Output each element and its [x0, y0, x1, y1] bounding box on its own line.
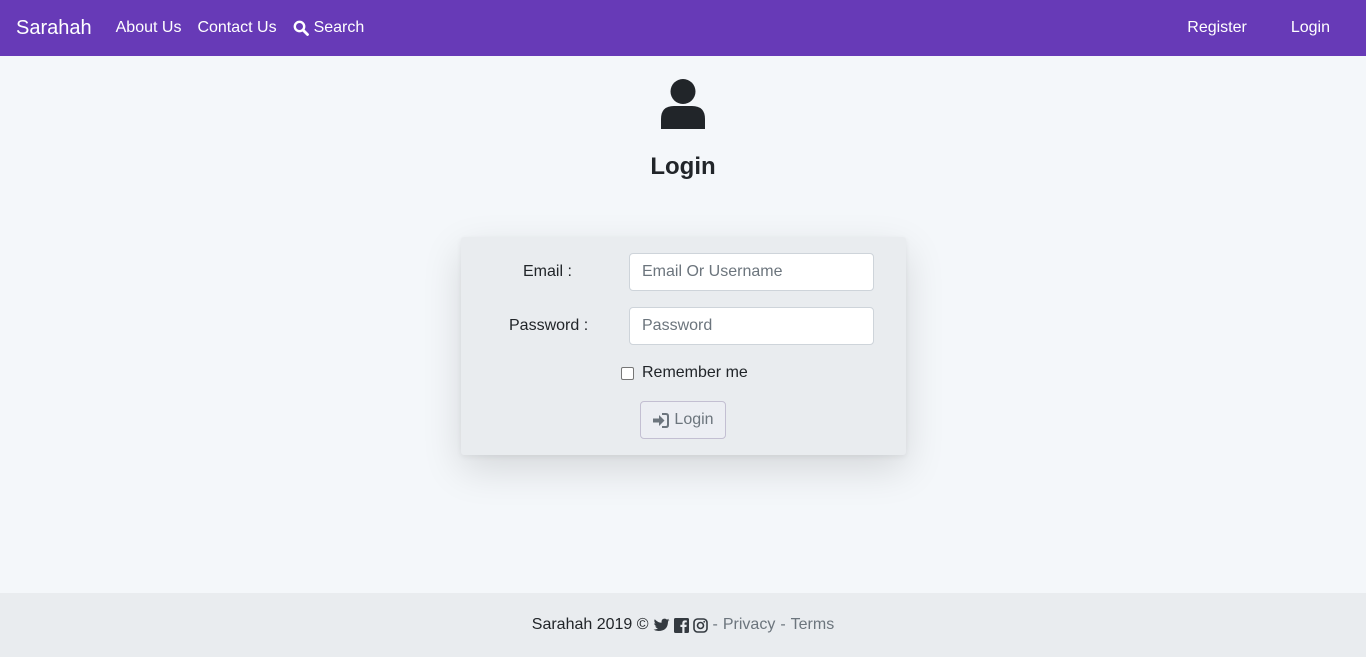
password-label: Password : — [509, 317, 589, 334]
privacy-link[interactable]: Privacy — [723, 616, 775, 634]
nav-search-link[interactable]: Search — [293, 19, 365, 37]
email-field[interactable] — [629, 253, 874, 291]
email-label: Email : — [523, 263, 572, 280]
login-button-label: Login — [674, 411, 714, 428]
remember-me[interactable]: Remember me — [621, 364, 748, 382]
facebook-icon[interactable] — [673, 617, 689, 633]
footer-separator: - — [712, 616, 718, 633]
sign-in-icon — [653, 412, 670, 428]
nav-search-label: Search — [313, 19, 365, 36]
navbar: Sarahah About Us Contact Us Search Regis… — [0, 0, 1366, 56]
footer: Sarahah 2019 © - Privacy - Terms — [0, 593, 1366, 657]
page-title: Login — [650, 153, 716, 180]
footer-copyright: Sarahah 2019 © — [531, 616, 649, 633]
nav-about-link[interactable]: About Us — [116, 19, 182, 37]
password-field[interactable] — [629, 307, 874, 345]
remember-label: Remember me — [642, 364, 748, 381]
terms-link[interactable]: Terms — [791, 616, 835, 634]
user-icon — [661, 79, 705, 129]
search-icon — [293, 20, 309, 36]
twitter-icon[interactable] — [653, 618, 670, 633]
nav-right: Register Login — [1187, 19, 1350, 37]
nav-register-link[interactable]: Register — [1187, 19, 1247, 37]
login-button[interactable]: Login — [640, 401, 726, 439]
brand-link[interactable]: Sarahah — [16, 17, 92, 40]
instagram-icon[interactable] — [692, 617, 708, 633]
remember-checkbox[interactable] — [621, 366, 634, 380]
nav-left: Sarahah About Us Contact Us Search — [16, 17, 380, 40]
footer-separator: - — [780, 616, 786, 633]
nav-contact-link[interactable]: Contact Us — [197, 19, 276, 37]
login-card: Email : Password : Remember me Login — [461, 237, 906, 455]
nav-login-link[interactable]: Login — [1291, 19, 1330, 37]
